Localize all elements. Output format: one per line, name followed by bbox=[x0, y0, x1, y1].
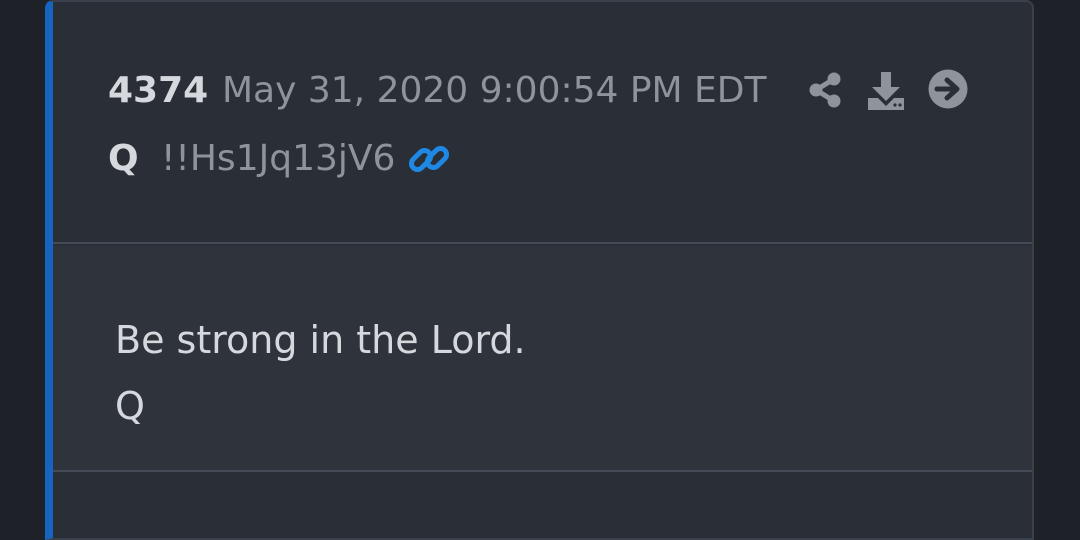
header-divider bbox=[53, 242, 1032, 244]
share-icon[interactable] bbox=[805, 70, 845, 110]
post-header: 4374 May 31, 2020 9:00:54 PM EDT Q !!Hs1… bbox=[53, 2, 1032, 244]
post-number: 4374 bbox=[108, 70, 209, 111]
link-icon[interactable] bbox=[407, 137, 451, 181]
post-date: May 31, 2020 9:00:54 PM EDT bbox=[222, 70, 767, 111]
post-card: 4374 May 31, 2020 9:00:54 PM EDT Q !!Hs1… bbox=[45, 0, 1034, 540]
message-line: Be strong in the Lord. bbox=[115, 318, 526, 362]
download-icon[interactable] bbox=[864, 68, 908, 112]
body-divider bbox=[53, 470, 1032, 472]
author-name: Q bbox=[108, 138, 139, 179]
arrow-right-circle-icon[interactable] bbox=[927, 68, 969, 110]
tripcode: !!Hs1Jq13jV6 bbox=[161, 138, 396, 179]
message-signature: Q bbox=[115, 384, 145, 428]
post-body: Be strong in the Lord. Q bbox=[53, 246, 1032, 472]
